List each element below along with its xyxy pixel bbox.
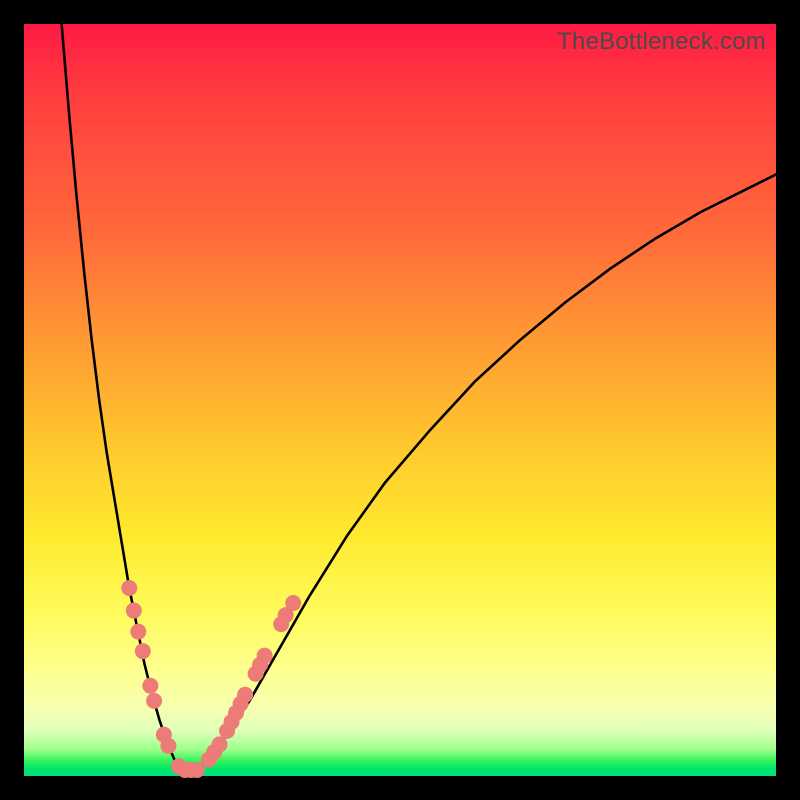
- data-marker: [130, 624, 146, 640]
- curve-left-branch: [62, 24, 182, 770]
- data-marker: [146, 693, 162, 709]
- data-marker: [160, 738, 176, 754]
- data-marker: [237, 687, 253, 703]
- chart-svg: [24, 24, 776, 776]
- data-marker: [257, 648, 273, 664]
- chart-plot-area: TheBottleneck.com: [24, 24, 776, 776]
- data-marker: [121, 580, 137, 596]
- data-markers: [121, 580, 301, 778]
- curve-right-branch: [197, 174, 776, 770]
- data-marker: [126, 603, 142, 619]
- chart-frame: TheBottleneck.com: [0, 0, 800, 800]
- data-marker: [285, 595, 301, 611]
- data-marker: [142, 678, 158, 694]
- data-marker: [189, 762, 205, 778]
- data-marker: [212, 736, 228, 752]
- data-marker: [135, 643, 151, 659]
